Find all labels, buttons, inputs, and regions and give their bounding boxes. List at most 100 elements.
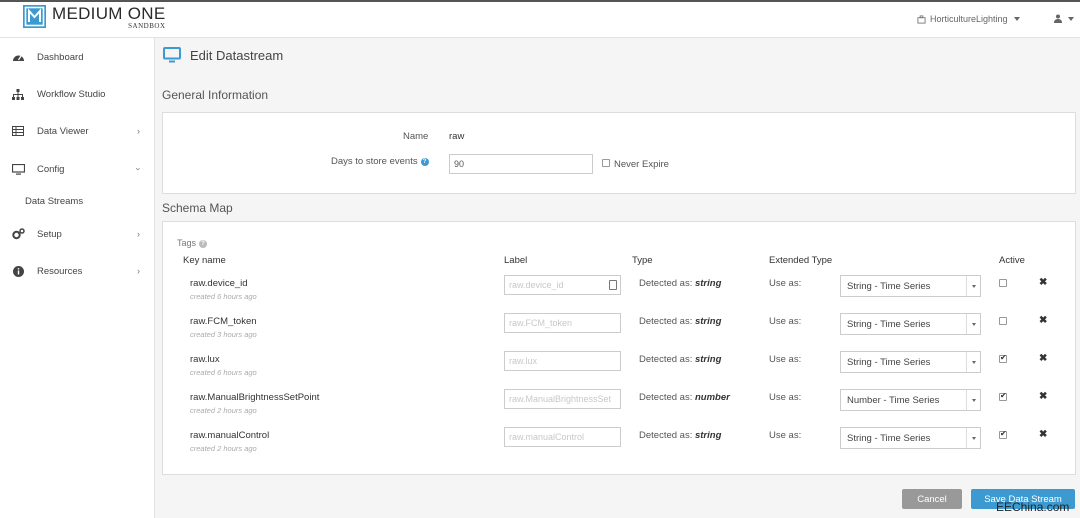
sidebar: Dashboard Workflow Studio Data Viewer › … <box>0 38 155 518</box>
sidebar-item-config[interactable]: Config › <box>0 159 155 179</box>
logo[interactable]: MEDIUM ONE SANDBOX <box>23 5 166 30</box>
row-active-checkbox[interactable] <box>999 317 1007 325</box>
chevron-down-icon <box>966 390 980 410</box>
delete-icon[interactable]: ✖ <box>1039 277 1047 288</box>
column-header-label: Label <box>504 255 528 266</box>
delete-icon[interactable]: ✖ <box>1039 315 1047 326</box>
page-header: Edit Datastream <box>163 47 283 63</box>
sitemap-icon <box>11 87 25 101</box>
page-title: Edit Datastream <box>190 47 284 63</box>
user-icon <box>1054 14 1062 23</box>
tags-label: Tags <box>177 238 197 248</box>
sidebar-item-resources[interactable]: Resources › <box>0 261 155 281</box>
label-placeholder: raw.ManualBrightnessSet <box>509 394 612 404</box>
never-expire-checkbox[interactable] <box>602 159 610 167</box>
label-placeholder: raw.manualControl <box>509 432 585 442</box>
help-icon[interactable]: ? <box>199 240 208 248</box>
cancel-button[interactable]: Cancel <box>902 489 962 509</box>
sidebar-item-label: Data Viewer <box>37 125 89 137</box>
monitor-icon <box>11 162 25 176</box>
row-created: created 2 hours ago <box>190 444 257 453</box>
row-label-input[interactable]: raw.manualControl <box>504 427 621 447</box>
detected-prefix: Detected as: <box>639 278 693 289</box>
row-active-checkbox[interactable] <box>999 429 1007 439</box>
row-detected-type: Detected as: number <box>639 392 730 403</box>
row-created: created 6 hours ago <box>190 292 257 301</box>
label-placeholder: raw.FCM_token <box>509 318 573 328</box>
select-value: Number - Time Series <box>847 394 940 406</box>
row-detected-type: Detected as: string <box>639 430 721 441</box>
tags-label-wrap: Tags? <box>177 238 208 248</box>
sidebar-item-dashboard[interactable]: Dashboard <box>0 47 155 67</box>
row-extended-type-select[interactable]: String - Time Series <box>840 313 981 335</box>
user-menu[interactable] <box>1054 14 1074 23</box>
column-header-key: Key name <box>183 255 226 266</box>
detected-prefix: Detected as: <box>639 392 693 403</box>
row-label-input[interactable]: raw.ManualBrightnessSet <box>504 389 621 409</box>
main-content: Edit Datastream General Information Name… <box>155 38 1080 518</box>
info-icon <box>11 264 25 278</box>
detected-prefix: Detected as: <box>639 430 693 441</box>
detected-value: string <box>694 316 722 327</box>
row-active-checkbox[interactable] <box>999 391 1007 401</box>
detected-prefix: Detected as: <box>639 316 693 327</box>
name-label: Name <box>403 131 429 142</box>
delete-icon[interactable]: ✖ <box>1039 429 1047 440</box>
days-to-store-input[interactable]: 90 <box>449 154 593 174</box>
row-label-input[interactable]: raw.FCM_token <box>504 313 621 333</box>
logo-title: MEDIUM ONE <box>52 4 166 23</box>
project-selector[interactable]: HorticultureLighting <box>917 14 1020 24</box>
row-created: created 6 hours ago <box>190 368 257 377</box>
chevron-down-icon: › <box>133 167 144 171</box>
label-placeholder: raw.device_id <box>509 280 564 290</box>
chevron-down-icon <box>966 276 980 296</box>
sidebar-item-workflow-studio[interactable]: Workflow Studio <box>0 84 155 104</box>
chevron-down-icon <box>1013 17 1020 21</box>
row-extended-type-select[interactable]: Number - Time Series <box>840 389 981 411</box>
help-icon[interactable]: ? <box>420 158 429 166</box>
delete-icon[interactable]: ✖ <box>1039 353 1047 364</box>
row-created: created 2 hours ago <box>190 406 257 415</box>
project-name: HorticultureLighting <box>930 14 1008 24</box>
row-key-name: raw.device_id <box>190 278 248 289</box>
select-value: String - Time Series <box>847 318 931 330</box>
row-use-as-label: Use as: <box>769 392 802 403</box>
sidebar-subitem-data-streams[interactable]: Data Streams <box>25 196 83 207</box>
row-extended-type-select[interactable]: String - Time Series <box>840 427 981 449</box>
table-icon <box>11 124 25 138</box>
dashboard-icon <box>11 50 25 64</box>
row-label-input[interactable]: raw.lux <box>504 351 621 371</box>
top-border <box>0 0 1080 2</box>
detected-value: string <box>694 430 722 441</box>
chevron-down-icon <box>966 314 980 334</box>
sidebar-item-label: Setup <box>37 228 62 240</box>
row-extended-type-select[interactable]: String - Time Series <box>840 351 981 373</box>
row-detected-type: Detected as: string <box>639 278 721 289</box>
select-value: String - Time Series <box>847 432 931 444</box>
row-active-checkbox[interactable] <box>999 279 1007 287</box>
sidebar-item-setup[interactable]: Setup › <box>0 224 155 244</box>
column-header-extended-type: Extended Type <box>769 255 833 266</box>
contact-card-icon <box>609 280 617 290</box>
row-detected-type: Detected as: string <box>639 316 721 327</box>
chevron-right-icon: › <box>137 266 140 276</box>
monitor-icon <box>163 47 181 63</box>
days-label: Days to store events <box>331 156 418 167</box>
name-value: raw <box>449 131 465 142</box>
never-expire-label: Never Expire <box>614 159 669 170</box>
row-use-as-label: Use as: <box>769 278 802 289</box>
row-created: created 3 hours ago <box>190 330 257 339</box>
row-active-checkbox[interactable] <box>999 353 1007 363</box>
logo-icon <box>23 5 46 28</box>
delete-icon[interactable]: ✖ <box>1039 391 1047 402</box>
detected-prefix: Detected as: <box>639 354 693 365</box>
label-placeholder: raw.lux <box>509 356 538 366</box>
row-label-input[interactable]: raw.device_id <box>504 275 621 295</box>
row-use-as-label: Use as: <box>769 354 802 365</box>
sidebar-item-data-viewer[interactable]: Data Viewer › <box>0 121 155 141</box>
row-extended-type-select[interactable]: String - Time Series <box>840 275 981 297</box>
sidebar-item-label: Resources <box>37 265 83 277</box>
sidebar-item-label: Workflow Studio <box>37 88 106 100</box>
column-header-type: Type <box>632 255 653 266</box>
general-panel: Name raw Days to store events? 90 Never … <box>162 112 1076 194</box>
